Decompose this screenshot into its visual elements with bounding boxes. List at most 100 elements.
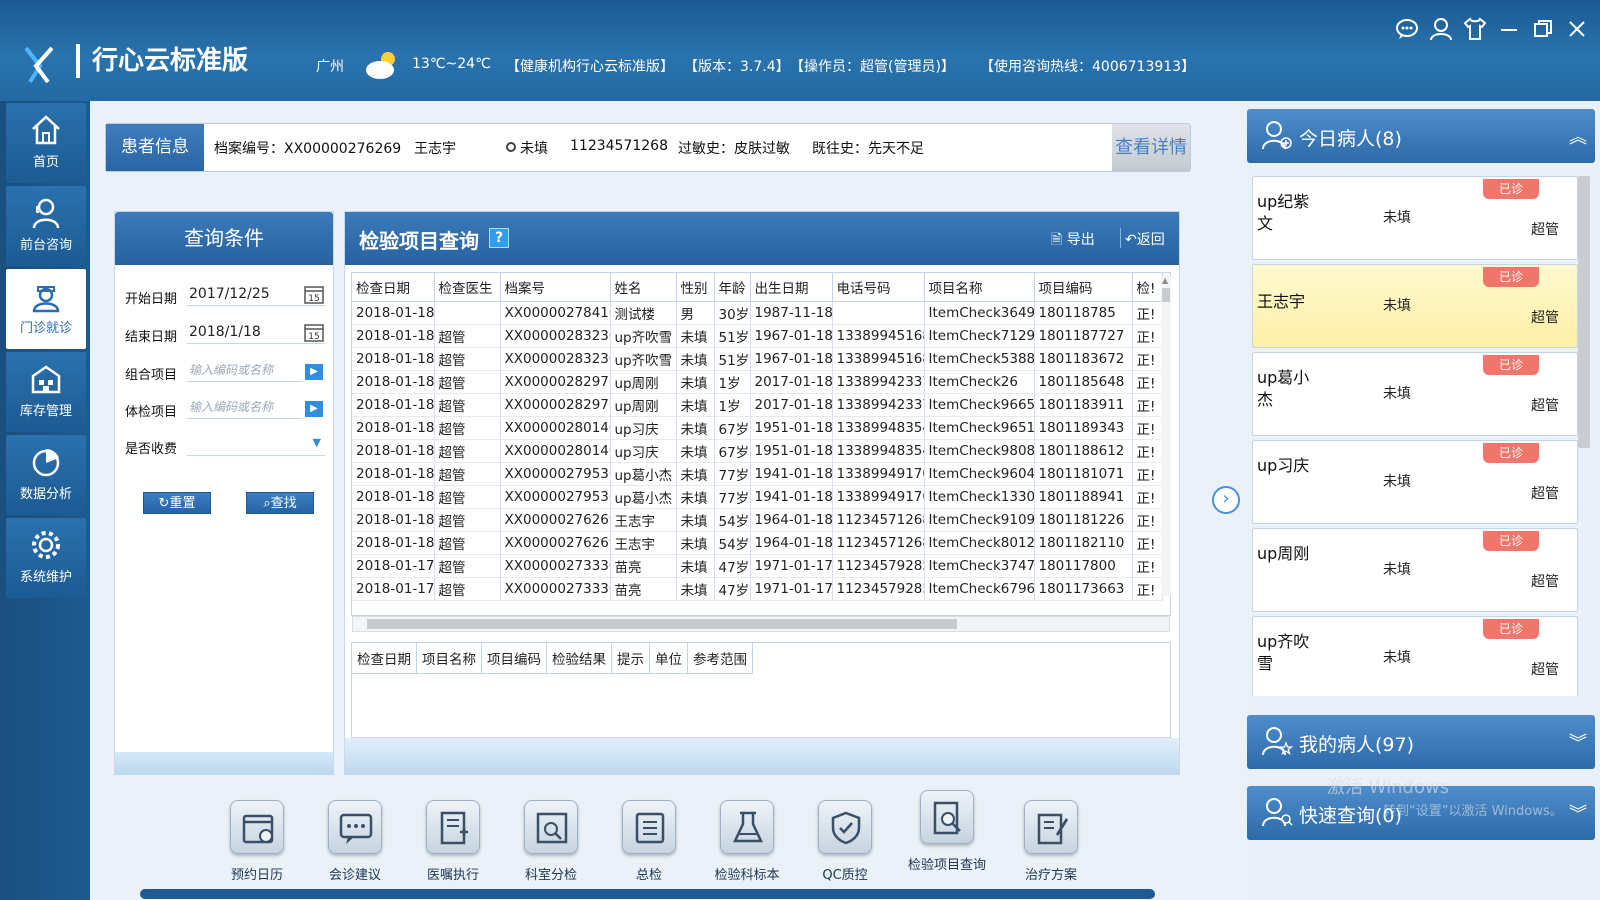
user-add-icon [1262, 121, 1292, 150]
table-row[interactable]: 2018-01-18 超管 XX00000282976 up周刚 未填 1岁 2017-01… [352, 393, 1163, 417]
sidebar-item-system[interactable]: 系统维护 [6, 518, 86, 598]
back-button[interactable]: ↶返回 [1125, 229, 1165, 249]
table-row[interactable]: 2018-01-17 超管 XX00000273330 苗亮 未填 47岁 1971-01-… [352, 577, 1163, 601]
column-header[interactable]: 项目名称 [924, 273, 1035, 302]
column-header[interactable]: 姓名 [610, 273, 677, 302]
patient-card[interactable]: 王志宇 未填 超管 已诊 [1252, 264, 1578, 348]
dock-item-calendar[interactable]: 预约日历 [212, 800, 302, 883]
detail-column-header[interactable]: 项目编码 [481, 643, 547, 674]
table-cell: 1801182110 [1034, 531, 1133, 555]
dock-item-label: 预约日历 [230, 868, 283, 883]
patient-card[interactable]: up纪紫文 未填 超管 已诊 [1252, 176, 1578, 260]
table-cell: ItemCheck7129 [924, 324, 1035, 348]
sidebar-item-analytics[interactable]: 数据分析 [6, 435, 86, 515]
table-row[interactable]: 2018-01-18 超管 XX00000276269 王志宇 未填 54岁 1964-01… [352, 531, 1163, 555]
detail-column-header[interactable]: 提示 [611, 643, 650, 674]
table-cell: 2018-01-18 [352, 439, 435, 463]
maximize-icon[interactable] [1530, 16, 1556, 42]
table-cell: 1951-01-18 [750, 416, 833, 440]
dock-item-chat[interactable]: 会诊建议 [310, 800, 400, 883]
column-header[interactable]: 电话号码 [832, 273, 925, 302]
patient-card[interactable]: up周刚 未填 超管 已诊 [1252, 528, 1578, 612]
table-row[interactable]: 2018-01-18 超管 XX00000279536 up葛小杰 未填 77岁 1941-… [352, 462, 1163, 486]
exam-item-play-icon[interactable]: ▶ [305, 401, 323, 417]
sidebar-item-home[interactable]: 首页 [6, 103, 86, 183]
sidebar-item-outpatient[interactable]: 门诊就诊 [6, 269, 86, 349]
table-cell: ItemCheck9665 [924, 393, 1035, 417]
column-header[interactable]: 项目编码 [1034, 273, 1133, 302]
sidebar-item-label: 前台咨询 [19, 238, 72, 253]
today-patients-header[interactable]: 今日病人(8) ︽ [1247, 109, 1595, 163]
calendar-picker-icon[interactable]: 15 [304, 284, 324, 304]
today-patients-list[interactable]: up纪紫文 未填 超管 已诊 王志宇 未填 超管 已诊 up葛小杰 未填 超管 已诊 up习庆 未填 超管已… [1252, 176, 1578, 696]
sidebar-item-label: 门诊就诊 [19, 321, 72, 336]
column-header[interactable]: 检! [1132, 273, 1163, 302]
table-row[interactable]: 2018-01-18 超管 XX00000283230 up齐吹雪 未填 51岁 1967-… [352, 347, 1163, 371]
patient-card[interactable]: up齐吹雪 未填 超管 已诊 [1252, 616, 1578, 696]
patient-card[interactable]: up葛小杰 未填 超管 已诊 [1252, 352, 1578, 436]
table-row[interactable]: 2018-01-18 超管 XX00000280140 up习庆 未填 67岁 1951-0… [352, 439, 1163, 463]
export-button[interactable]: 🗎 导出 [1051, 229, 1095, 253]
column-header[interactable]: 检查日期 [352, 273, 435, 302]
sidebar-item-inventory[interactable]: 库存管理 [6, 352, 86, 432]
gear-icon [32, 531, 60, 559]
table-cell: 2017-01-18 [750, 393, 833, 417]
scroll-up-icon[interactable]: ▲ [1162, 276, 1170, 286]
collapse-panel-chevron-icon[interactable]: › [1212, 486, 1240, 514]
table-row[interactable]: 2018-01-18 XX00000278410 测试楼男 30岁 1987-11-18… [352, 301, 1163, 325]
table-row[interactable]: 2018-01-17 超管 XX00000273330 苗亮 未填 47岁 1971-01-… [352, 554, 1163, 578]
exam-item-input[interactable] [187, 395, 303, 419]
table-cell: 未填 [676, 508, 715, 532]
horizontal-scroll-thumb[interactable] [367, 619, 957, 629]
refresh-icon: ↻ [158, 496, 170, 511]
column-header[interactable]: 年龄 [714, 273, 751, 302]
detail-column-header[interactable]: 单位 [649, 643, 688, 674]
vertical-scroll-thumb[interactable] [1162, 288, 1170, 302]
dock-item-flask[interactable]: 检验科标本 [702, 800, 792, 883]
dock-item-shield[interactable]: QC质控 [800, 800, 890, 883]
message-icon[interactable] [1394, 16, 1420, 42]
my-patients-header[interactable]: 我的病人(97) ︾ [1247, 715, 1595, 769]
patient-card[interactable]: up习庆 未填 超管 已诊 [1252, 440, 1578, 524]
combo-item-input[interactable] [187, 358, 303, 382]
results-table-container[interactable]: 检查日期 检查医生 档案号 姓名 性别 年龄 出生日期 电话号码 项目名称 项目编码 检! 2018… [351, 272, 1171, 616]
column-header[interactable]: 检查医生 [434, 273, 501, 302]
detail-column-header[interactable]: 参考范围 [687, 643, 753, 674]
dock-item-department[interactable]: 科室分检 [506, 800, 596, 883]
table-cell: 正! [1132, 485, 1163, 509]
table-cell: 11234579285 [832, 554, 925, 578]
view-details-button[interactable]: 查看详情 [1112, 124, 1190, 171]
table-cell: 2018-01-18 [352, 531, 435, 555]
help-icon[interactable]: ? [489, 228, 509, 248]
table-row[interactable]: 2018-01-18 超管 XX00000280140 up习庆 未填 67岁 1951-0… [352, 416, 1163, 440]
detail-column-header[interactable]: 检验结果 [546, 643, 612, 674]
dock-item-order[interactable]: 医嘱执行 [408, 800, 498, 883]
minimize-icon[interactable] [1496, 16, 1522, 42]
close-icon[interactable] [1564, 16, 1590, 42]
detail-column-header[interactable]: 项目名称 [416, 643, 482, 674]
user-icon[interactable] [1428, 16, 1454, 42]
sidebar-item-reception[interactable]: 前台咨询 [6, 186, 86, 266]
column-header[interactable]: 档案号 [500, 273, 611, 302]
table-cell: XX00000280140 [500, 416, 611, 440]
patients-list-scrollbar[interactable] [1578, 176, 1590, 448]
table-row[interactable]: 2018-01-18 超管 XX00000282976 up周刚 未填 1岁 2017-01… [352, 370, 1163, 394]
skin-shirt-icon[interactable] [1462, 16, 1488, 42]
dock-item-edit-doc[interactable]: 治疗方案 [1006, 800, 1096, 883]
detail-column-header[interactable]: 检查日期 [352, 643, 417, 674]
table-row[interactable]: 2018-01-18 超管 XX00000279536 up葛小杰 未填 77岁 1941-… [352, 485, 1163, 509]
dock-item-list[interactable]: 总检 [604, 800, 694, 883]
column-header[interactable]: 性别 [676, 273, 715, 302]
horizontal-scrollbar[interactable] [352, 616, 1170, 632]
search-button[interactable]: ⌕查找 [246, 492, 314, 514]
doc-search-icon [920, 790, 974, 844]
combo-item-play-icon[interactable]: ▶ [305, 364, 323, 380]
table-row[interactable]: 2018-01-18 超管 XX00000283230 up齐吹雪 未填 51岁 1967-… [352, 324, 1163, 348]
vertical-scrollbar[interactable]: ▲ [1161, 276, 1171, 596]
calendar-picker-icon[interactable]: 15 [304, 322, 324, 342]
column-header[interactable]: 出生日期 [750, 273, 833, 302]
charged-select[interactable]: ▼ [187, 432, 325, 456]
table-row[interactable]: 2018-01-18 超管 XX00000276269 王志宇 未填 54岁 1964-01… [352, 508, 1163, 532]
reset-button[interactable]: ↻重置 [143, 492, 211, 514]
dock-item-doc-search[interactable]: 检验项目查询 [902, 790, 992, 873]
